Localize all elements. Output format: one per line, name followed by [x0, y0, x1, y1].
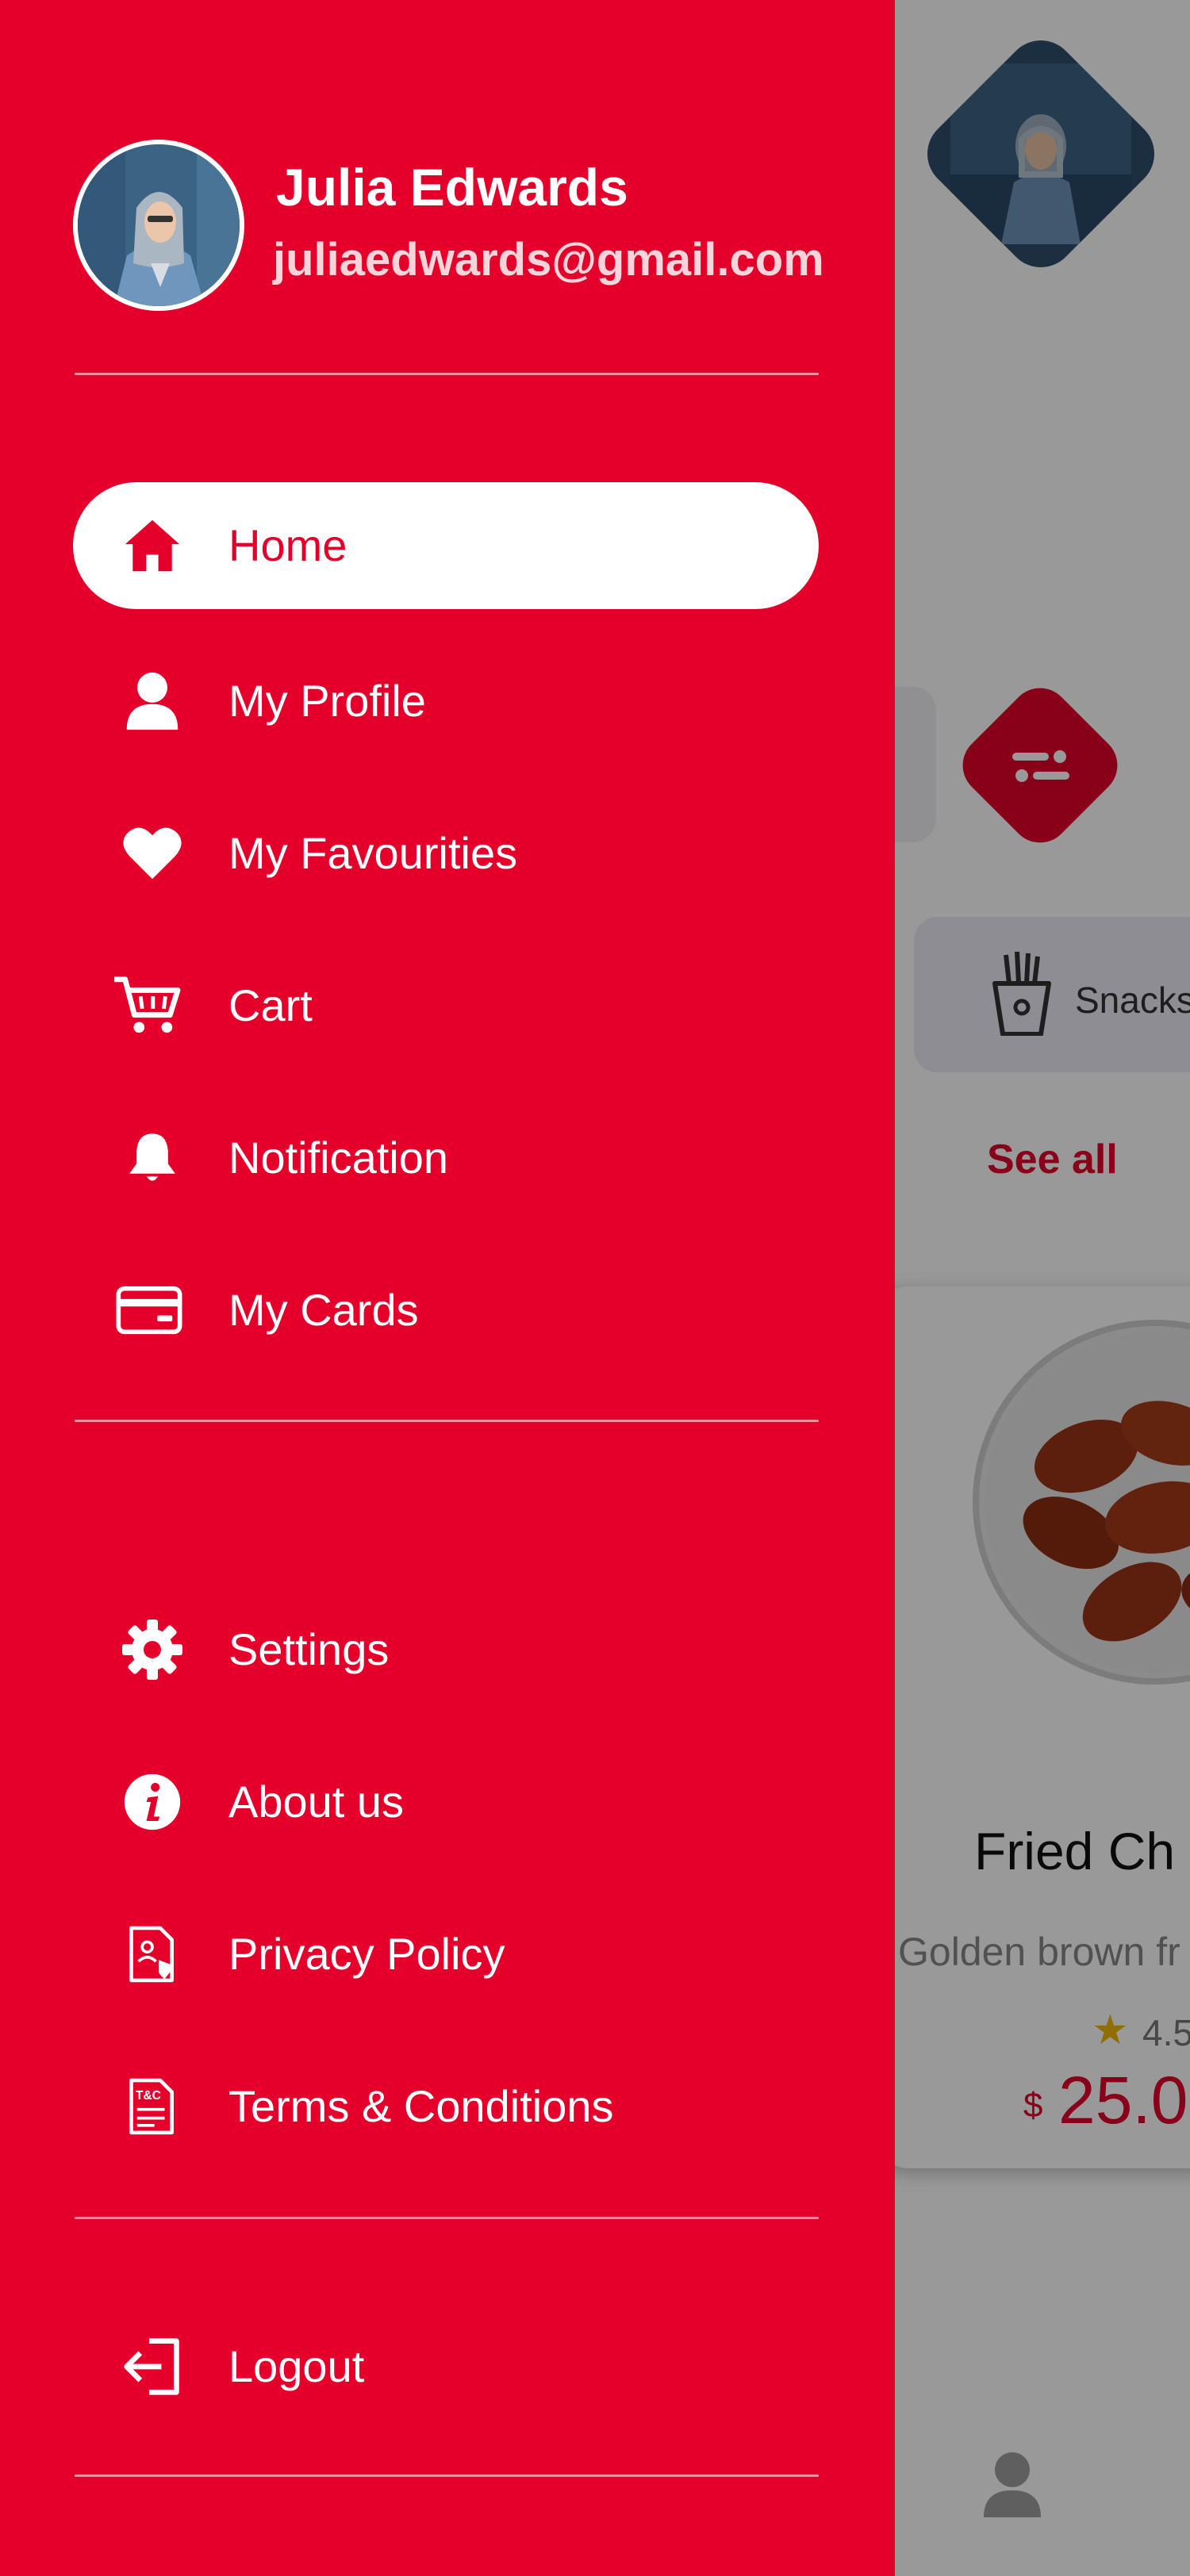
terms-icon-text: T&C: [136, 2089, 161, 2103]
user-email: juliaedwards@gmail.com: [273, 234, 824, 286]
menu-item-label: Cart: [228, 980, 313, 1030]
user-avatar[interactable]: [73, 140, 244, 311]
terms-document-icon: T&C: [121, 2075, 184, 2138]
menu-item-label: My Favourities: [228, 828, 518, 878]
home-icon: [121, 514, 184, 577]
menu-item-label: Home: [228, 520, 347, 570]
menu-item-privacy-policy[interactable]: Privacy Policy: [73, 1891, 819, 2018]
user-name: Julia Edwards: [276, 158, 628, 217]
menu-item-cart[interactable]: Cart: [73, 942, 819, 1069]
menu-item-my-favourities[interactable]: My Favourities: [73, 790, 819, 917]
heart-icon: [121, 822, 184, 885]
logout-icon: [121, 2335, 184, 2398]
menu-item-home[interactable]: Home: [73, 482, 819, 609]
menu-item-my-profile[interactable]: My Profile: [73, 638, 819, 765]
menu-item-notification[interactable]: Notification: [73, 1094, 819, 1221]
divider: [75, 2217, 819, 2219]
menu-item-my-cards[interactable]: My Cards: [73, 1247, 819, 1374]
privacy-document-icon: [121, 1922, 184, 1986]
menu-item-about-us[interactable]: About us: [73, 1738, 819, 1865]
cart-icon: [114, 974, 184, 1037]
menu-item-label: Terms & Conditions: [228, 2081, 614, 2131]
menu-item-label: About us: [228, 1777, 405, 1827]
menu-item-label: My Profile: [228, 676, 426, 726]
divider: [75, 373, 819, 375]
menu-item-logout[interactable]: Logout: [73, 2303, 819, 2430]
menu-item-label: My Cards: [228, 1285, 419, 1335]
bell-icon: [121, 1126, 184, 1190]
menu-item-label: Privacy Policy: [228, 1929, 505, 1979]
user-icon: [121, 669, 184, 733]
divider: [75, 1420, 819, 1422]
menu-item-terms-conditions[interactable]: T&C Terms & Conditions: [73, 2043, 819, 2170]
credit-card-icon: [116, 1278, 184, 1342]
menu-item-label: Notification: [228, 1133, 449, 1183]
menu-item-label: Settings: [228, 1624, 390, 1674]
info-icon: [121, 1770, 184, 1834]
menu-item-settings[interactable]: Settings: [73, 1586, 819, 1713]
menu-item-label: Logout: [228, 2341, 365, 2391]
navigation-drawer: Julia Edwards juliaedwards@gmail.com Hom…: [0, 0, 895, 2576]
gear-icon: [121, 1618, 184, 1681]
divider: [75, 2474, 819, 2477]
